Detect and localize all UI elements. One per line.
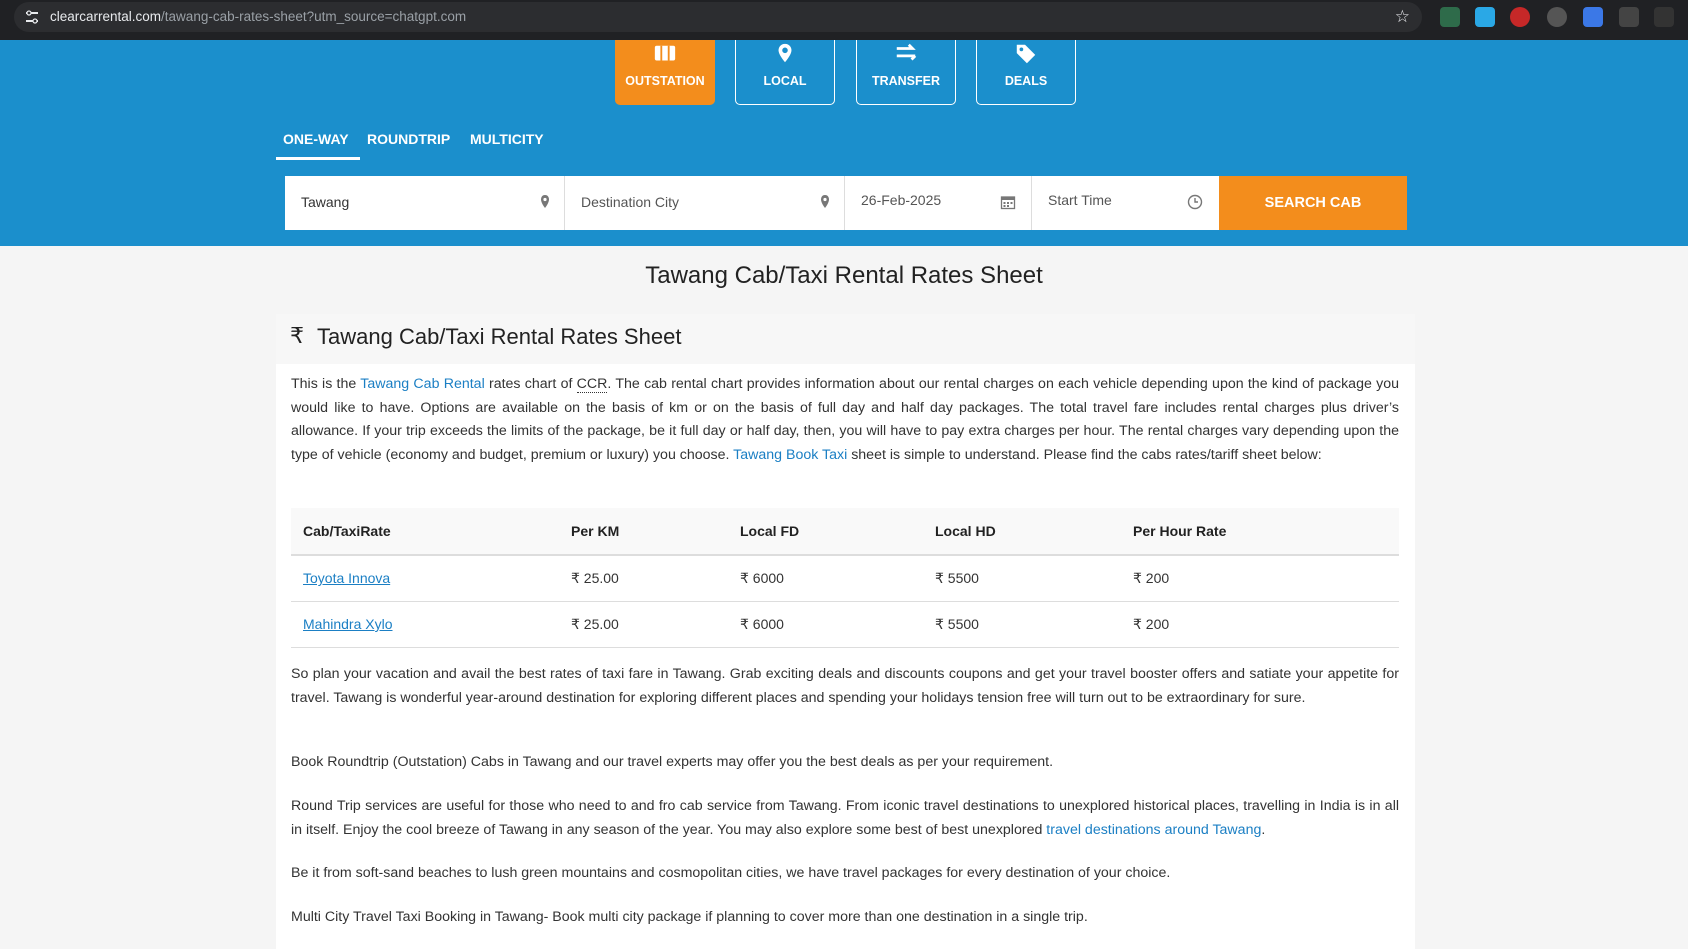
- column-header: Per Hour Rate: [1121, 508, 1399, 556]
- location-pin-icon: [541, 195, 549, 208]
- ccr-abbreviation: CCR: [576, 376, 608, 393]
- start-time-field[interactable]: Start Time: [1032, 176, 1219, 230]
- card-heading: Tawang Cab/Taxi Rental Rates Sheet: [317, 324, 682, 349]
- browser-toolbar: clearcarrental.com/tawang-cab-rates-shee…: [0, 0, 1688, 40]
- local-hd-cell: ₹ 5500: [923, 555, 1121, 602]
- date-value: 26-Feb-2025: [861, 192, 942, 208]
- extension-7-icon[interactable]: [1654, 7, 1674, 27]
- tab-one-way[interactable]: ONE-WAY: [283, 131, 349, 147]
- extension-3-icon[interactable]: [1510, 7, 1530, 27]
- travel-destinations-link[interactable]: travel destinations around Tawang: [1046, 822, 1261, 838]
- destination-city-placeholder: Destination City: [581, 194, 680, 210]
- roundtrip-paragraph: Book Roundtrip (Outstation) Cabs in Tawa…: [291, 754, 1054, 770]
- service-label: OUTSTATION: [625, 74, 705, 88]
- service-local-tab[interactable]: LOCAL: [735, 40, 835, 105]
- multicity-paragraph: Multi City Travel Taxi Booking in Tawang…: [291, 909, 1088, 925]
- table-row: Mahindra Xylo ₹ 25.00 ₹ 6000 ₹ 5500 ₹ 20…: [291, 601, 1399, 648]
- round-trip-services-paragraph: Round Trip services are useful for those…: [291, 795, 1399, 842]
- per-hour-cell: ₹ 200: [1121, 555, 1399, 602]
- page-title: Tawang Cab/Taxi Rental Rates Sheet: [645, 262, 1043, 289]
- tab-roundtrip[interactable]: ROUNDTRIP: [367, 131, 450, 147]
- tag-icon: [1016, 44, 1036, 64]
- column-header: Per KM: [559, 508, 728, 556]
- source-city-value: Tawang: [301, 194, 350, 210]
- tawang-book-taxi-link[interactable]: Tawang Book Taxi: [733, 447, 847, 463]
- service-deals-tab[interactable]: DEALS: [976, 40, 1076, 105]
- per-hour-cell: ₹ 200: [1121, 601, 1399, 648]
- intro-text: rates chart of: [484, 376, 577, 392]
- transfer-arrows-icon: [896, 43, 917, 61]
- url-host: clearcarrental.com: [50, 9, 162, 24]
- location-pin-icon: [821, 195, 829, 208]
- address-bar[interactable]: clearcarrental.com/tawang-cab-rates-shee…: [14, 2, 1422, 32]
- destination-city-field[interactable]: Destination City: [565, 176, 845, 230]
- per-km-cell: ₹ 25.00: [559, 601, 728, 648]
- date-field[interactable]: 26-Feb-2025: [845, 176, 1032, 230]
- service-label: DEALS: [1004, 74, 1048, 88]
- beaches-paragraph: Be it from soft-sand beaches to lush gre…: [291, 865, 1171, 881]
- table-row: Toyota Innova ₹ 25.00 ₹ 6000 ₹ 5500 ₹ 20…: [291, 555, 1399, 602]
- tab-multicity[interactable]: MULTICITY: [470, 131, 544, 147]
- card-header: ₹ Tawang Cab/Taxi Rental Rates Sheet: [276, 314, 1415, 364]
- clock-icon: [1187, 194, 1203, 210]
- map-pin-icon: [778, 43, 792, 63]
- search-header: OUTSTATION LOCAL TRANSFER DEALS ONE-WAY …: [0, 40, 1688, 246]
- service-label: TRANSFER: [871, 74, 941, 88]
- cab-cell: Mahindra Xylo: [291, 601, 559, 648]
- cab-link-mahindra-xylo[interactable]: Mahindra Xylo: [303, 616, 393, 632]
- translate-icon[interactable]: [1583, 7, 1603, 27]
- column-header: Cab/TaxiRate: [291, 508, 559, 556]
- source-city-field[interactable]: Tawang: [285, 176, 565, 230]
- tawang-cab-rental-link[interactable]: Tawang Cab Rental: [360, 376, 484, 392]
- service-transfer-tab[interactable]: TRANSFER: [856, 40, 956, 105]
- extension-2-icon[interactable]: [1475, 7, 1495, 27]
- table-header-row: Cab/TaxiRate Per KM Local FD Local HD Pe…: [291, 508, 1399, 556]
- intro-paragraph: This is the Tawang Cab Rental rates char…: [291, 373, 1399, 468]
- start-time-placeholder: Start Time: [1048, 192, 1112, 208]
- search-cab-button[interactable]: SEARCH CAB: [1219, 176, 1407, 230]
- per-km-cell: ₹ 25.00: [559, 555, 728, 602]
- briefcase-icon: [654, 45, 676, 61]
- vacation-paragraph: So plan your vacation and avail the best…: [291, 666, 1399, 706]
- active-tab-indicator: [276, 157, 360, 160]
- cab-link-toyota-innova[interactable]: Toyota Innova: [303, 570, 390, 586]
- intro-text: This is the: [291, 376, 361, 392]
- rupee-icon: ₹: [290, 323, 304, 348]
- extension-6-icon[interactable]: [1619, 7, 1639, 27]
- globe-icon[interactable]: [1547, 7, 1567, 27]
- cab-cell: Toyota Innova: [291, 555, 559, 602]
- column-header: Local HD: [923, 508, 1121, 556]
- paragraph-text: .: [1261, 821, 1266, 838]
- column-header: Local FD: [728, 508, 923, 556]
- extension-1-icon[interactable]: [1440, 7, 1460, 27]
- rates-table: Cab/TaxiRate Per KM Local FD Local HD Pe…: [291, 508, 1399, 648]
- site-settings-icon[interactable]: [24, 9, 40, 25]
- bookmark-star-icon[interactable]: ☆: [1395, 7, 1410, 27]
- local-hd-cell: ₹ 5500: [923, 601, 1121, 648]
- local-fd-cell: ₹ 6000: [728, 555, 923, 602]
- rates-card: ₹ Tawang Cab/Taxi Rental Rates Sheet Thi…: [276, 314, 1415, 949]
- local-fd-cell: ₹ 6000: [728, 601, 923, 648]
- service-outstation-tab[interactable]: OUTSTATION: [615, 40, 715, 105]
- intro-text: sheet is simple to understand. Please fi…: [847, 447, 1322, 464]
- service-label: LOCAL: [763, 74, 807, 88]
- url-path: /tawang-cab-rates-sheet?utm_source=chatg…: [161, 9, 467, 24]
- url-text[interactable]: clearcarrental.com/tawang-cab-rates-shee…: [50, 9, 466, 24]
- calendar-icon: [1000, 196, 1016, 210]
